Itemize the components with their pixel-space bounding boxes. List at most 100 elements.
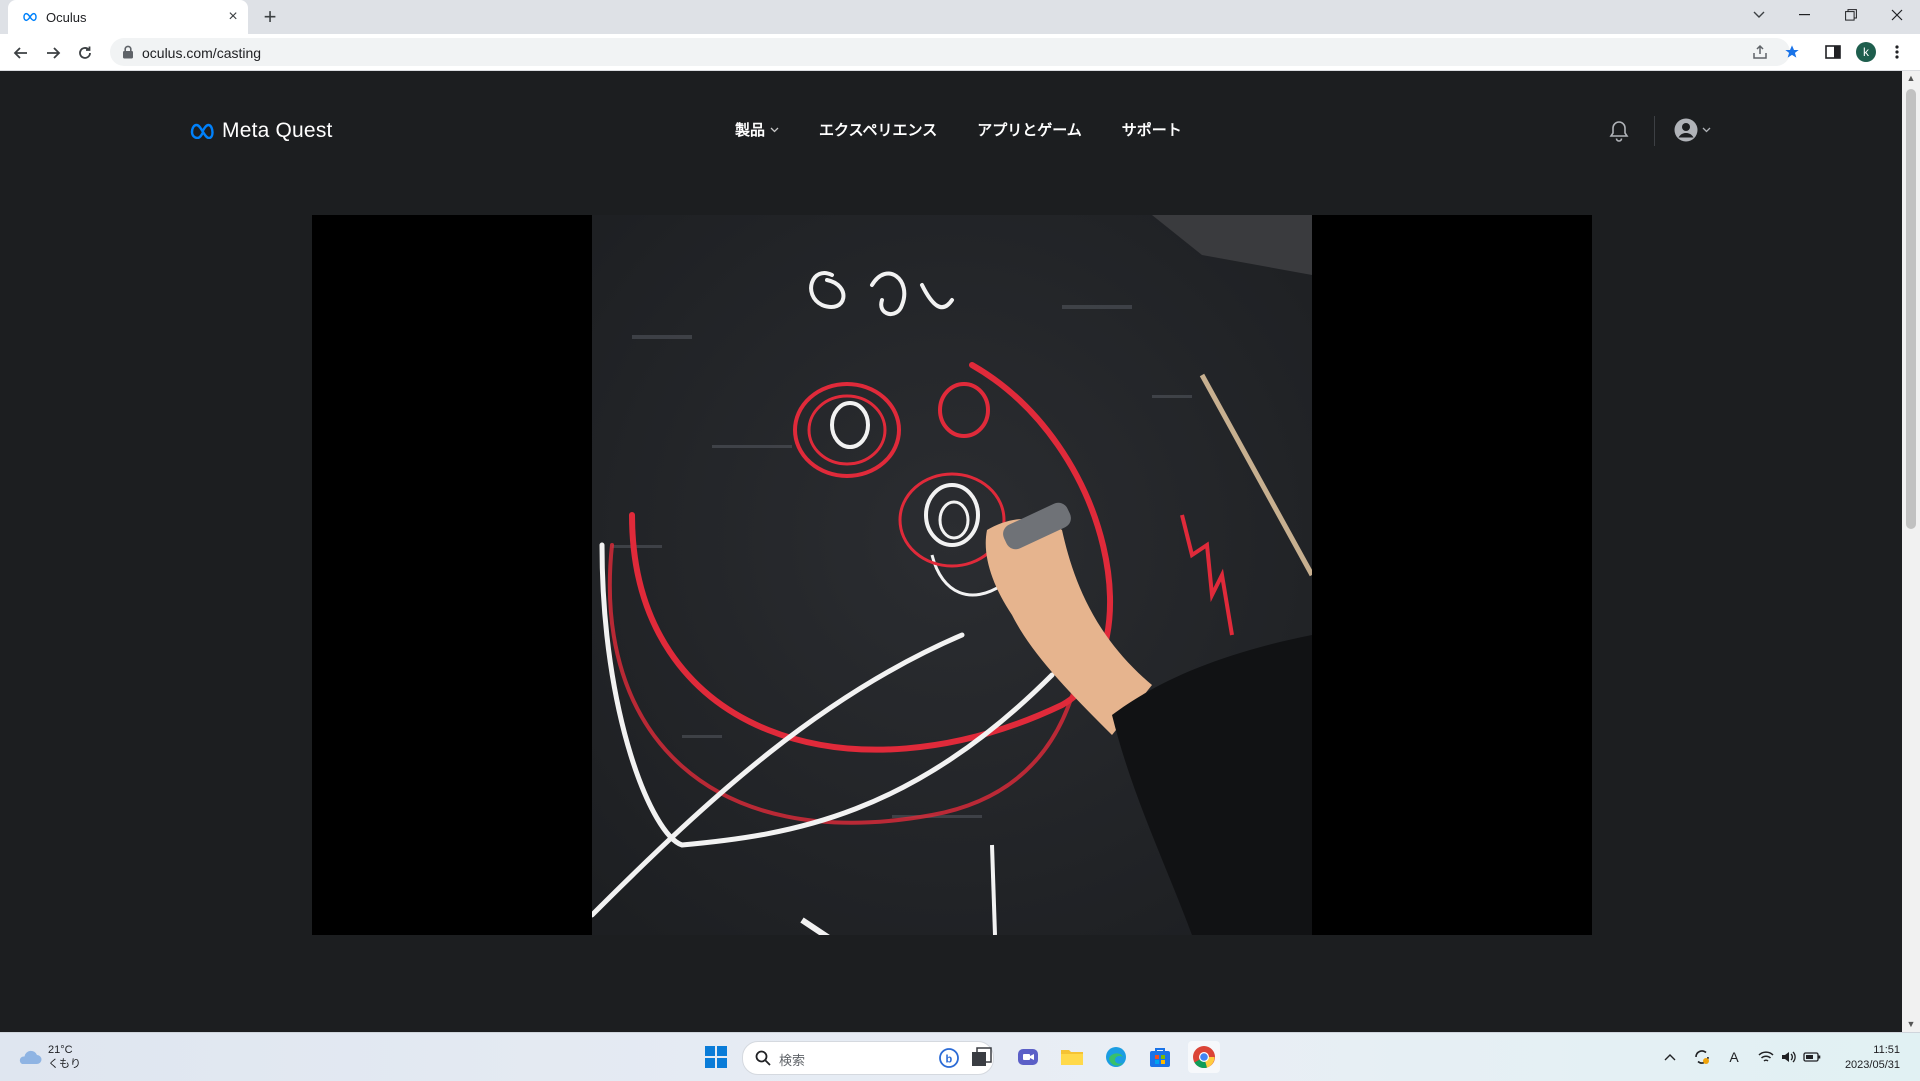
- forward-button[interactable]: [40, 40, 66, 66]
- weather-condition: くもり: [48, 1058, 81, 1070]
- taskbar-search-box[interactable]: 検索 b: [742, 1041, 994, 1075]
- chevron-down-icon: [770, 127, 779, 132]
- reload-button[interactable]: [72, 40, 98, 66]
- url-text: oculus.com/casting: [142, 45, 262, 61]
- system-clock[interactable]: 11:51 2023/05/31: [1845, 1043, 1900, 1073]
- folder-icon: [1061, 1050, 1083, 1065]
- bookmark-star-button[interactable]: [1782, 42, 1802, 62]
- main-navigation: 製品 エクスペリエンス アプリとゲーム サポート: [735, 119, 1182, 140]
- share-icon: [1753, 44, 1767, 59]
- scroll-up-arrow[interactable]: ▲: [1906, 73, 1916, 83]
- search-icon: [755, 1050, 771, 1066]
- share-button[interactable]: [1750, 42, 1770, 62]
- weather-widget[interactable]: 21°C くもり: [16, 1043, 81, 1071]
- teams-chat-button[interactable]: [1012, 1041, 1044, 1073]
- wifi-tray-button[interactable]: [1756, 1047, 1776, 1067]
- browser-tab-strip: Oculus × +: [0, 0, 1920, 34]
- windows-logo-icon: [705, 1046, 727, 1068]
- browser-toolbar: oculus.com/casting k: [0, 34, 1920, 71]
- volume-tray-button[interactable]: [1779, 1047, 1799, 1067]
- bing-icon: b: [939, 1048, 959, 1068]
- profile-button[interactable]: k: [1855, 41, 1877, 63]
- sync-icon: [1695, 1050, 1709, 1064]
- minimize-button[interactable]: [1782, 0, 1828, 30]
- arrow-right-icon: [47, 47, 61, 59]
- nav-support[interactable]: サポート: [1122, 119, 1182, 140]
- svg-text:b: b: [946, 1054, 953, 1066]
- vr-drawing-image: [592, 215, 1312, 935]
- account-circle-icon: [1674, 118, 1698, 142]
- chevron-down-icon: [1753, 11, 1765, 18]
- meta-infinity-icon: [190, 123, 214, 139]
- cloudy-icon: [19, 1050, 42, 1064]
- nav-experiences[interactable]: エクスペリエンス: [819, 119, 937, 140]
- notification-bell-icon: [1609, 121, 1629, 142]
- more-vertical-icon: [1895, 45, 1899, 59]
- scroll-down-arrow[interactable]: ▼: [1906, 1019, 1916, 1029]
- store-icon: [1150, 1048, 1170, 1067]
- star-filled-icon: [1785, 45, 1799, 58]
- chevron-down-icon: [1702, 127, 1711, 133]
- task-view-button[interactable]: [966, 1041, 998, 1073]
- scrollbar-thumb[interactable]: [1906, 89, 1916, 529]
- arrow-left-icon: [13, 47, 27, 59]
- chrome-menu-button[interactable]: [1886, 41, 1908, 63]
- meta-quest-logo[interactable]: Meta Quest: [190, 119, 333, 143]
- side-panel-button[interactable]: [1822, 41, 1844, 63]
- chrome-taskbar-button[interactable]: [1188, 1041, 1220, 1073]
- account-menu-button[interactable]: [1673, 117, 1711, 143]
- weather-temperature: 21°C: [48, 1044, 73, 1056]
- search-placeholder: 検索: [779, 1053, 806, 1068]
- show-hidden-icons-button[interactable]: [1660, 1047, 1680, 1067]
- casting-video-player[interactable]: [312, 215, 1592, 935]
- task-view-icon: [972, 1047, 992, 1066]
- ime-letter-icon: A: [1729, 1049, 1739, 1065]
- avatar: k: [1856, 42, 1876, 62]
- meta-infinity-icon: [23, 12, 37, 22]
- nav-support-label: サポート: [1121, 122, 1182, 139]
- nav-apps-games-label: アプリとゲーム: [977, 122, 1082, 139]
- chevron-up-icon: [1664, 1054, 1676, 1061]
- header-divider: [1654, 116, 1655, 146]
- start-button[interactable]: [700, 1041, 732, 1073]
- restore-icon: [1845, 9, 1857, 21]
- wifi-icon: [1758, 1051, 1774, 1062]
- volume-icon: [1782, 1051, 1796, 1063]
- page-scrollbar[interactable]: ▲ ▼: [1902, 71, 1920, 1032]
- close-window-button[interactable]: [1874, 0, 1920, 30]
- chrome-icon: [1193, 1046, 1215, 1069]
- store-button[interactable]: [1144, 1041, 1176, 1073]
- logo-text: Meta Quest: [222, 119, 333, 142]
- edge-icon: [1106, 1047, 1126, 1067]
- clock-time: 11:51: [1873, 1044, 1900, 1056]
- close-icon: [1891, 9, 1903, 21]
- windows-taskbar: 21°C くもり 検索 b A 11:51 2023/05/31: [0, 1032, 1920, 1081]
- sync-tray-button[interactable]: [1692, 1047, 1712, 1067]
- back-button[interactable]: [8, 40, 34, 66]
- nav-experiences-label: エクスペリエンス: [819, 122, 938, 139]
- reload-icon: [79, 46, 91, 59]
- nav-apps-games[interactable]: アプリとゲーム: [977, 119, 1082, 140]
- clock-date: 2023/05/31: [1844, 1059, 1900, 1071]
- ime-indicator[interactable]: A: [1724, 1047, 1744, 1067]
- browser-tab[interactable]: Oculus ×: [8, 0, 248, 34]
- side-panel-icon: [1825, 45, 1841, 59]
- battery-icon: [1803, 1052, 1821, 1062]
- minimize-icon: [1799, 14, 1810, 16]
- battery-tray-button[interactable]: [1802, 1047, 1822, 1067]
- nav-products-label: 製品: [735, 122, 766, 139]
- restore-button[interactable]: [1828, 0, 1874, 30]
- tab-title: Oculus: [46, 10, 87, 25]
- new-tab-button[interactable]: +: [258, 6, 282, 30]
- notifications-button[interactable]: [1609, 120, 1629, 147]
- nav-products[interactable]: 製品: [735, 119, 779, 140]
- edge-button[interactable]: [1100, 1041, 1132, 1073]
- page-content: Meta Quest 製品 エクスペリエンス アプリとゲーム サポート: [0, 71, 1902, 1032]
- casting-video-feed: [592, 215, 1312, 935]
- file-explorer-button[interactable]: [1056, 1041, 1088, 1073]
- lock-icon: [123, 45, 133, 59]
- close-tab-icon[interactable]: ×: [224, 8, 242, 26]
- teams-chat-icon: [1018, 1049, 1038, 1065]
- tab-search-button[interactable]: [1736, 0, 1782, 30]
- address-bar[interactable]: oculus.com/casting: [110, 38, 1799, 66]
